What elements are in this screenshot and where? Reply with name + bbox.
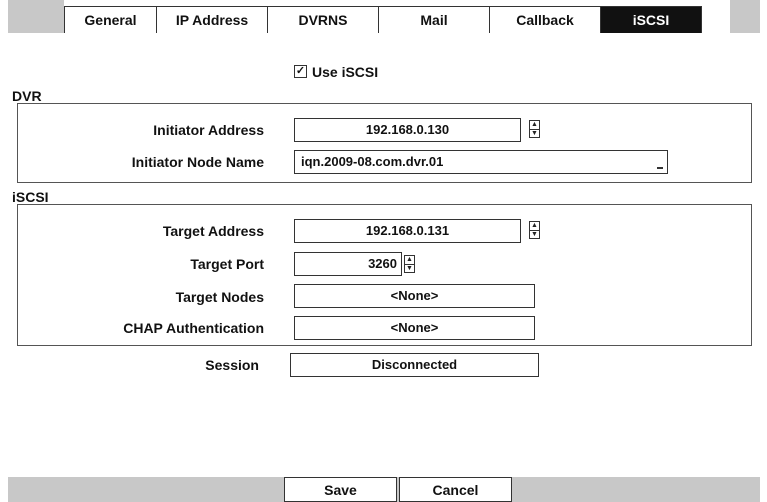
initiator-address-field[interactable]: 192.168.0.130 (294, 118, 521, 142)
cancel-button[interactable]: Cancel (399, 477, 512, 502)
tab-mail[interactable]: Mail (379, 6, 490, 33)
checkmark-icon: ✓ (295, 65, 306, 77)
target-address-spin-icon[interactable]: ▲ ▼ (529, 221, 540, 239)
target-address-field[interactable]: 192.168.0.131 (294, 219, 521, 243)
chap-authentication-label: CHAP Authentication (123, 320, 264, 336)
target-port-field[interactable]: 3260 (294, 252, 402, 276)
session-label: Session (205, 357, 259, 373)
session-status-field: Disconnected (290, 353, 539, 377)
use-iscsi-checkbox[interactable]: ✓ (294, 65, 307, 78)
tab-strip-background-right (730, 0, 760, 33)
tab-bar: General IP Address DVRNS Mail Callback i… (64, 6, 702, 33)
initiator-node-name-field[interactable]: iqn.2009-08.com.dvr.01 (294, 150, 668, 174)
initiator-node-name-label: Initiator Node Name (131, 154, 264, 170)
target-nodes-field[interactable]: <None> (294, 284, 535, 308)
tab-callback[interactable]: Callback (490, 6, 601, 33)
target-nodes-label: Target Nodes (175, 289, 264, 305)
iscsi-section-title: iSCSI (12, 189, 49, 205)
tab-strip-background-left (8, 0, 64, 33)
target-port-label: Target Port (190, 256, 264, 272)
chap-authentication-field[interactable]: <None> (294, 316, 535, 340)
use-iscsi-label: Use iSCSI (312, 64, 379, 80)
tab-general[interactable]: General (64, 6, 157, 33)
target-address-label: Target Address (162, 223, 264, 239)
tab-iscsi[interactable]: iSCSI (601, 6, 702, 33)
save-button[interactable]: Save (284, 477, 397, 502)
target-port-spin-icon[interactable]: ▲ ▼ (404, 255, 415, 273)
dvr-section-title: DVR (12, 88, 42, 104)
tab-ip-address[interactable]: IP Address (157, 6, 268, 33)
tab-dvrns[interactable]: DVRNS (268, 6, 379, 33)
initiator-address-spin-icon[interactable]: ▲ ▼ (529, 120, 540, 138)
text-cursor-icon (657, 167, 663, 169)
initiator-address-label: Initiator Address (153, 122, 264, 138)
